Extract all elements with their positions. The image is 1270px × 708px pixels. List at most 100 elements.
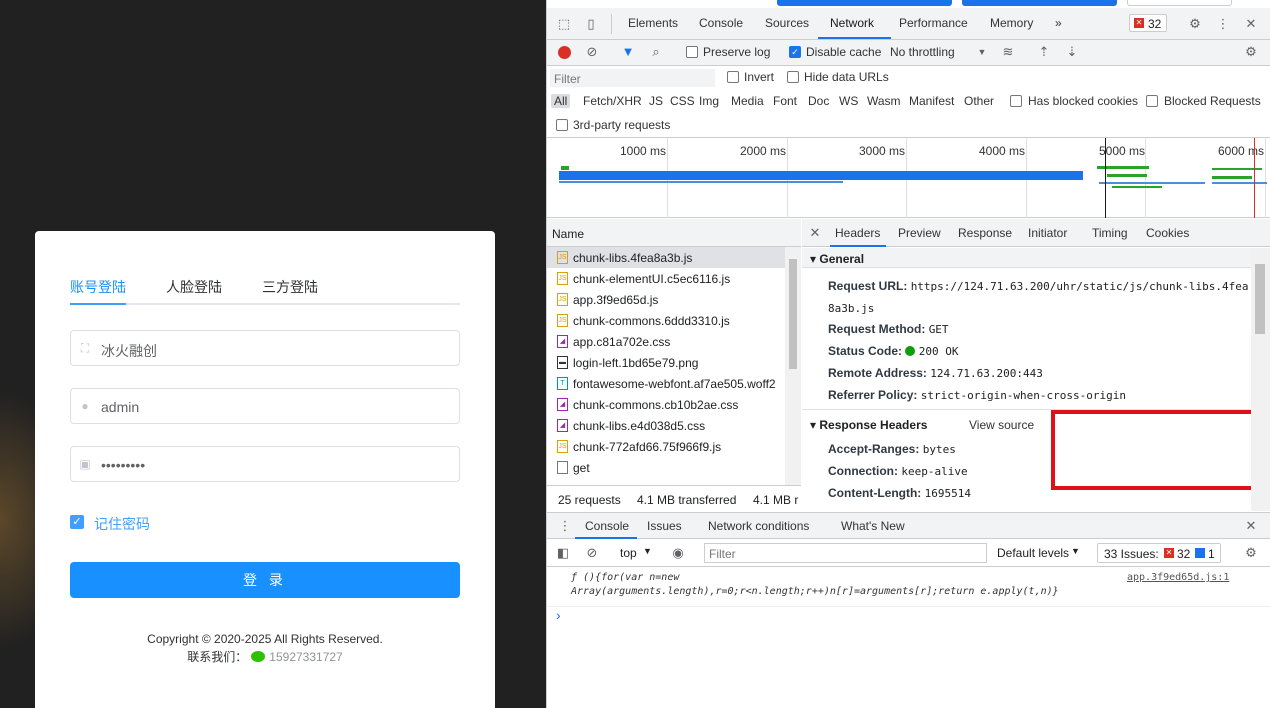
filter-input[interactable]: Filter [550, 69, 715, 87]
tab-memory[interactable]: Memory [990, 16, 1033, 30]
request-row[interactable]: JS chunk-commons.6ddd3310.js [547, 310, 785, 331]
chevron-down-icon[interactable]: ▼ [974, 44, 990, 60]
log-levels-select[interactable]: Default levels [997, 546, 1069, 560]
search-icon[interactable]: ⌕ [648, 44, 664, 60]
request-row[interactable]: get [547, 457, 785, 478]
console-settings-icon[interactable]: ⚙ [1243, 545, 1259, 561]
close-drawer-icon[interactable]: ✕ [1243, 518, 1259, 534]
tab-network[interactable]: Network [830, 16, 874, 30]
preserve-log-checkbox[interactable] [686, 46, 698, 58]
request-row[interactable]: ▬ login-left.1bd65e79.png [547, 352, 785, 373]
filter-type-css[interactable]: CSS [670, 94, 695, 108]
filter-type-manifest[interactable]: Manifest [909, 94, 954, 108]
export-har-icon[interactable]: ⇣ [1064, 44, 1080, 60]
errors-counter[interactable]: ✕ 32 [1129, 14, 1167, 32]
tab-initiator[interactable]: Initiator [1028, 226, 1067, 240]
scrollbar-thumb[interactable] [1255, 264, 1265, 334]
context-chevron-icon[interactable]: ▼ [643, 546, 652, 556]
hide-data-urls-checkbox[interactable] [787, 71, 799, 83]
drawer-tab-whats-new[interactable]: What's New [841, 519, 905, 533]
filter-type-fetch-xhr[interactable]: Fetch/XHR [583, 94, 642, 108]
filter-type-other[interactable]: Other [964, 94, 994, 108]
tab-account-login[interactable]: 账号登陆 [70, 277, 126, 297]
filter-type-all[interactable]: All [551, 94, 571, 108]
device-toolbar-icon[interactable]: ▯ [583, 16, 599, 32]
request-row[interactable]: ◢ chunk-commons.cb10b2ae.css [547, 394, 785, 415]
console-filter-input[interactable]: Filter [704, 543, 987, 563]
has-blocked-cookies-checkbox[interactable] [1010, 95, 1022, 107]
request-bar [1212, 182, 1267, 184]
request-row[interactable]: JS chunk-772afd66.75f966f9.js [547, 436, 785, 457]
context-select[interactable]: top [620, 546, 637, 560]
referrer-policy-row: Referrer Policy: strict-origin-when-cros… [828, 388, 1126, 402]
request-row[interactable]: JS app.3f9ed65d.js [547, 289, 785, 310]
invert-checkbox[interactable] [727, 71, 739, 83]
user-icon: ● [81, 399, 89, 413]
view-source-link[interactable]: View source [969, 418, 1034, 432]
tab-console[interactable]: Console [699, 16, 743, 30]
record-icon[interactable] [558, 46, 571, 59]
scrollbar-thumb[interactable] [789, 259, 797, 369]
js-file-icon: JS [557, 251, 568, 264]
filter-type-media[interactable]: Media [731, 94, 764, 108]
organization-input[interactable]: ⛶ 冰火融创 [70, 330, 460, 366]
network-overview-timeline[interactable]: 1000 ms 2000 ms 3000 ms 4000 ms 5000 ms … [547, 138, 1270, 218]
drawer-tab-console[interactable]: Console [585, 519, 629, 533]
request-row[interactable]: ◢ app.c81a702e.css [547, 331, 785, 352]
clear-console-icon[interactable]: ⊘ [584, 545, 600, 561]
drawer-tab-issues[interactable]: Issues [647, 519, 682, 533]
tab-sources[interactable]: Sources [765, 16, 809, 30]
filter-type-js[interactable]: JS [649, 94, 663, 108]
log-source-link[interactable]: app.3f9ed65d.js:1 [1127, 572, 1229, 583]
filter-type-wasm[interactable]: Wasm [867, 94, 901, 108]
throttling-select[interactable]: No throttling [890, 45, 955, 59]
disable-cache-checkbox[interactable]: ✓ [789, 46, 801, 58]
sidebar-toggle-icon[interactable]: ◧ [555, 545, 571, 561]
login-button[interactable]: 登 录 [70, 562, 460, 598]
tab-elements[interactable]: Elements [628, 16, 678, 30]
clear-icon[interactable]: ⊘ [584, 44, 600, 60]
filter-type-ws[interactable]: WS [839, 94, 858, 108]
drawer-menu-icon[interactable]: ⋮ [557, 518, 573, 534]
more-options-icon[interactable]: ⋮ [1215, 16, 1231, 32]
request-row[interactable]: JS chunk-libs.4fea8a3b.js [547, 247, 785, 268]
username-input[interactable]: ● admin [70, 388, 460, 424]
filter-type-img[interactable]: Img [699, 94, 719, 108]
close-detail-icon[interactable]: ✕ [807, 225, 823, 241]
network-settings-icon[interactable]: ⚙ [1243, 44, 1259, 60]
request-row[interactable]: JS chunk-elementUI.c5ec6116.js [547, 268, 785, 289]
request-list-scrollbar[interactable] [785, 247, 801, 485]
console-prompt[interactable]: › [547, 607, 1270, 627]
request-row[interactable]: ◢ chunk-libs.e4d038d5.css [547, 415, 785, 436]
filter-funnel-icon[interactable]: ▼ [620, 44, 636, 60]
tab-performance[interactable]: Performance [899, 16, 968, 30]
general-section-header[interactable]: ▾ General [802, 248, 1251, 268]
levels-chevron-icon[interactable]: ▼ [1071, 546, 1080, 556]
password-input[interactable]: ▣ ••••••••• [70, 446, 460, 482]
issues-label: 33 Issues: [1104, 547, 1159, 561]
inspect-element-icon[interactable]: ⬚ [556, 16, 572, 32]
tab-face-login[interactable]: 人脸登陆 [166, 277, 222, 297]
close-devtools-icon[interactable]: ✕ [1243, 16, 1259, 32]
network-conditions-icon[interactable]: ≋ [1000, 44, 1016, 60]
name-column-header[interactable]: Name [552, 227, 584, 241]
import-har-icon[interactable]: ⇡ [1036, 44, 1052, 60]
settings-gear-icon[interactable]: ⚙ [1187, 16, 1203, 32]
issues-counter[interactable]: 33 Issues: ✕ 32 1 [1097, 543, 1221, 563]
tab-headers[interactable]: Headers [835, 226, 880, 240]
drawer-tab-network-conditions[interactable]: Network conditions [708, 519, 809, 533]
tab-preview[interactable]: Preview [898, 226, 941, 240]
live-expression-eye-icon[interactable]: ◉ [670, 545, 686, 561]
tab-timing[interactable]: Timing [1092, 226, 1128, 240]
js-file-icon: JS [557, 440, 568, 453]
tab-third-party-login[interactable]: 三方登陆 [262, 277, 318, 297]
filter-type-doc[interactable]: Doc [808, 94, 829, 108]
third-party-requests-checkbox[interactable] [556, 119, 568, 131]
more-tabs-button[interactable]: » [1055, 16, 1062, 30]
tab-cookies[interactable]: Cookies [1146, 226, 1189, 240]
blocked-requests-checkbox[interactable] [1146, 95, 1158, 107]
filter-type-font[interactable]: Font [773, 94, 797, 108]
detail-scrollbar[interactable] [1251, 248, 1270, 511]
tab-response[interactable]: Response [958, 226, 1012, 240]
request-row[interactable]: Tfontawesome-webfont.af7ae505.woff2 [547, 373, 785, 394]
